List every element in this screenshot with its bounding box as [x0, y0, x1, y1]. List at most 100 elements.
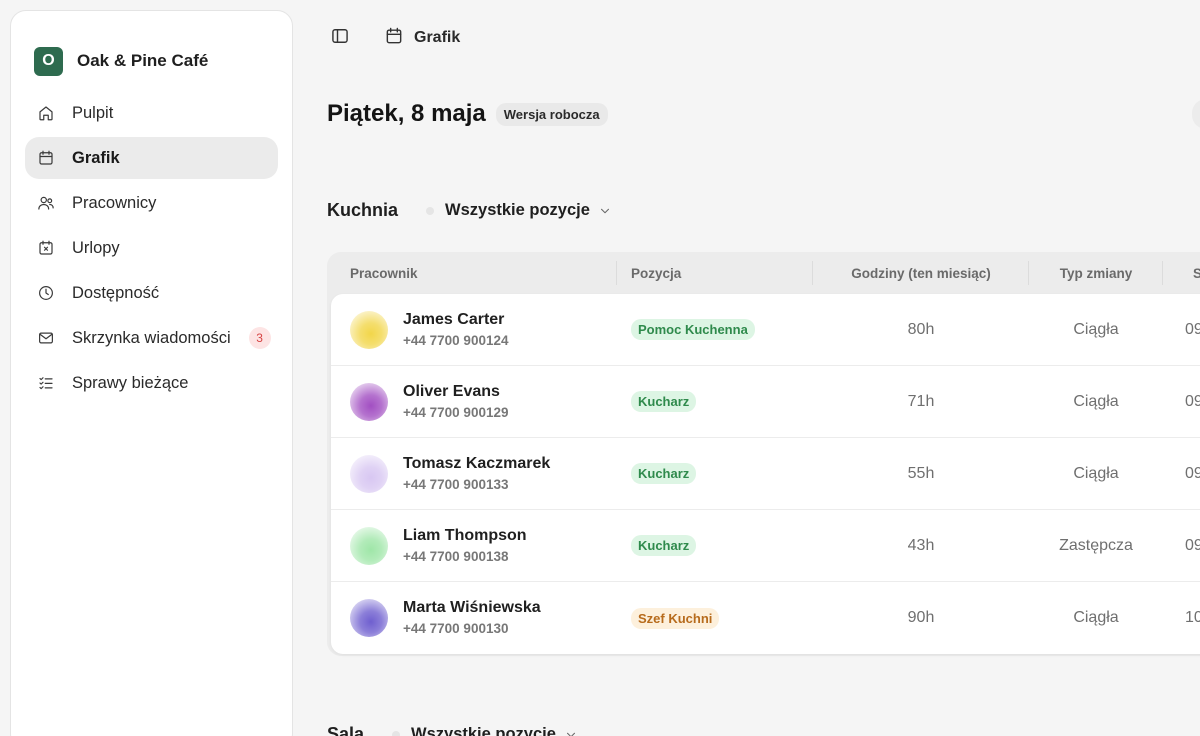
employee-cell: James Carter +44 7700 900124	[331, 310, 617, 350]
position-badge: Kucharz	[631, 391, 697, 412]
shift-type-cell: Ciągła	[1073, 609, 1119, 626]
sidebar-item-skrzynka[interactable]: Skrzynka wiadomości 3	[25, 317, 278, 359]
employee-phone: +44 7700 900130	[403, 621, 509, 636]
hours-cell: 43h	[907, 536, 935, 554]
section-title: Kuchnia	[327, 200, 399, 220]
column-header-shift-type[interactable]: Typ zmiany	[1029, 252, 1163, 294]
chevron-down-icon	[566, 732, 575, 736]
brand-name: Oak & Pine Café	[77, 51, 209, 70]
sidebar-item-urlopy[interactable]: Urlopy	[25, 227, 278, 269]
sidebar-item-label: Dostępność	[72, 283, 160, 302]
section-title: Sala	[327, 724, 365, 736]
table-row[interactable]: James Carter +44 7700 900124 Pomoc Kuche…	[331, 294, 1200, 366]
breadcrumb[interactable]: Grafik	[384, 26, 460, 51]
start-cell: 09	[1185, 464, 1200, 482]
position-filter-dropdown[interactable]: Wszystkie pozycje	[392, 725, 578, 736]
position-badge: Kucharz	[631, 463, 697, 484]
table-row[interactable]: Liam Thompson +44 7700 900138 Kucharz 43…	[331, 510, 1200, 582]
status-badge: Wersja robocza	[495, 102, 608, 126]
page-title: Piątek, 8 maja	[327, 100, 486, 127]
employee-phone: +44 7700 900124	[403, 332, 509, 348]
position-badge: Szef Kuchni	[631, 607, 720, 629]
employee-phone: +44 7700 900133	[403, 476, 509, 492]
table-row[interactable]: Tomasz Kaczmarek +44 7700 900133 Kucharz…	[331, 438, 1200, 510]
mail-icon	[37, 329, 55, 347]
employee-name[interactable]: Liam Thompson	[403, 526, 527, 546]
employee-name[interactable]: Oliver Evans	[403, 382, 508, 402]
sidebar-nav: Pulpit Grafik Pracownicy Urlopy Dostępno…	[25, 92, 278, 404]
avatar[interactable]	[350, 599, 388, 637]
sidebar-item-label: Grafik	[72, 148, 120, 167]
filter-label: Wszystkie pozycje	[445, 201, 590, 219]
home-icon	[37, 104, 55, 122]
sidebar-item-sprawy[interactable]: Sprawy bieżące	[25, 362, 278, 404]
position-badge: Pomoc Kuchenna	[631, 319, 755, 340]
avatar[interactable]	[350, 310, 388, 349]
breadcrumb-label: Grafik	[414, 29, 461, 46]
employee-info: Tomasz Kaczmarek +44 7700 900133	[403, 454, 550, 494]
sidebar-item-label: Pracownicy	[72, 193, 157, 212]
kitchen-staff-table: Pracownik Pozycja Godziny (ten miesiąc) …	[327, 252, 1200, 656]
table-row[interactable]: Marta Wiśniewska +44 7700 900130 Szef Ku…	[331, 582, 1200, 654]
employee-info: James Carter +44 7700 900124	[403, 310, 508, 350]
shift-type-cell: Ciągła	[1073, 392, 1119, 410]
sidebar-item-grafik[interactable]: Grafik	[25, 137, 278, 179]
page-header: Piątek, 8 maja Wersja robocza	[327, 100, 608, 128]
calendar-icon	[37, 149, 55, 167]
employee-name[interactable]: James Carter	[403, 310, 508, 330]
checklist-icon	[37, 374, 55, 392]
employee-cell: Liam Thompson +44 7700 900138	[331, 526, 617, 566]
calendar-x-icon	[37, 239, 55, 257]
users-icon	[37, 194, 55, 212]
employee-phone: +44 7700 900138	[403, 548, 509, 564]
column-header-employee[interactable]: Pracownik	[331, 252, 617, 294]
column-header-hours[interactable]: Godziny (ten miesiąc)	[813, 252, 1029, 294]
hours-cell: 71h	[907, 392, 935, 410]
sidebar-item-pracownicy[interactable]: Pracownicy	[25, 182, 278, 224]
sidebar-toggle-icon[interactable]	[330, 26, 350, 51]
unread-count-badge: 3	[248, 327, 271, 349]
position-filter-dropdown[interactable]: Wszystkie pozycje	[426, 201, 612, 220]
employee-phone: +44 7700 900129	[403, 404, 509, 420]
sidebar-item-label: Urlopy	[72, 238, 120, 257]
column-header-start[interactable]: S	[1163, 252, 1200, 294]
sidebar-item-label: Pulpit	[72, 103, 114, 122]
brand[interactable]: O Oak & Pine Café	[25, 39, 278, 83]
shift-type-cell: Zastępcza	[1059, 536, 1133, 554]
position-badge: Kucharz	[631, 535, 697, 556]
position-cell: Kucharz	[617, 391, 813, 412]
chevron-down-icon	[600, 208, 609, 213]
start-cell: 10	[1185, 609, 1200, 626]
filter-label: Wszystkie pozycje	[411, 725, 556, 736]
section-header-kitchen: Kuchnia Wszystkie pozycje	[327, 200, 612, 221]
employee-cell: Marta Wiśniewska +44 7700 900130	[331, 598, 617, 638]
filter-dot-icon	[426, 206, 435, 215]
column-header-position[interactable]: Pozycja	[617, 252, 813, 294]
position-cell: Szef Kuchni	[617, 607, 813, 629]
position-cell: Kucharz	[617, 463, 813, 484]
hours-cell: 80h	[907, 320, 935, 338]
sidebar-item-pulpit[interactable]: Pulpit	[25, 92, 278, 134]
employee-cell: Tomasz Kaczmarek +44 7700 900133	[331, 454, 617, 494]
position-cell: Pomoc Kuchenna	[617, 319, 813, 340]
start-cell: 09	[1185, 392, 1200, 410]
clock-icon	[37, 284, 55, 302]
hours-cell: 55h	[907, 464, 935, 482]
employee-name[interactable]: Marta Wiśniewska	[403, 598, 541, 618]
sidebar-item-dostepnosc[interactable]: Dostępność	[25, 272, 278, 314]
avatar[interactable]	[350, 526, 388, 565]
shift-type-cell: Ciągła	[1073, 464, 1119, 482]
header-action-button[interactable]	[1192, 99, 1200, 129]
topbar: Grafik	[330, 26, 460, 50]
avatar[interactable]	[350, 382, 388, 421]
avatar[interactable]	[350, 454, 388, 493]
brand-logo: O	[34, 46, 63, 76]
sidebar: O Oak & Pine Café Pulpit Grafik Pracowni…	[10, 10, 293, 736]
position-cell: Kucharz	[617, 535, 813, 556]
employee-name[interactable]: Tomasz Kaczmarek	[403, 454, 550, 474]
sidebar-item-label: Sprawy bieżące	[72, 373, 189, 392]
table-row[interactable]: Oliver Evans +44 7700 900129 Kucharz 71h…	[331, 366, 1200, 438]
employee-info: Liam Thompson +44 7700 900138	[403, 526, 527, 566]
employee-info: Oliver Evans +44 7700 900129	[403, 382, 508, 422]
table-header: Pracownik Pozycja Godziny (ten miesiąc) …	[331, 252, 1200, 294]
